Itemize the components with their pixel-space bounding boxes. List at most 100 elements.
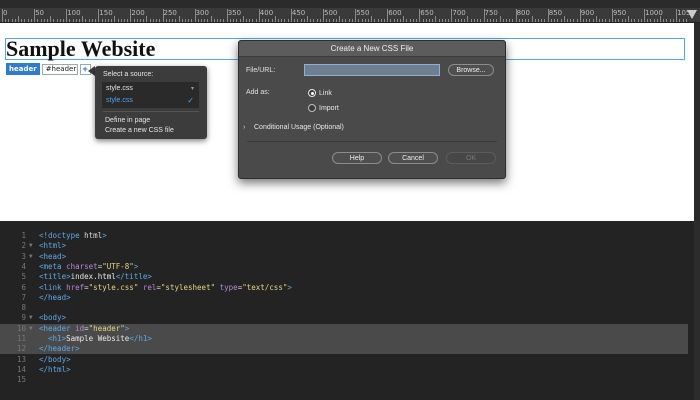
create-new-css-item[interactable]: Create a new CSS file bbox=[105, 127, 174, 134]
code-line[interactable]: 15 bbox=[0, 375, 688, 385]
code-scrollbar[interactable] bbox=[694, 221, 700, 400]
ruler-label: 500 bbox=[324, 9, 338, 17]
ruler-tick bbox=[499, 16, 501, 22]
ruler-tick bbox=[188, 19, 190, 22]
ruler-tick bbox=[583, 19, 584, 22]
ruler-tick bbox=[223, 19, 225, 22]
ruler-tick bbox=[650, 19, 652, 22]
code-line[interactable]: 5 <title>index.html</title> bbox=[0, 272, 688, 282]
code-line[interactable]: 1 <!doctype html> bbox=[0, 231, 688, 241]
code-view[interactable]: 1 <!doctype html> 2 ▼ <html> 3 ▼ <head> 4 <meta c… bbox=[0, 221, 700, 400]
define-in-page-item[interactable]: Define in page bbox=[105, 117, 150, 124]
fold-arrow-icon[interactable]: ▼ bbox=[29, 313, 33, 323]
file-url-input[interactable] bbox=[304, 64, 440, 76]
ruler-tick bbox=[233, 19, 235, 22]
code-line[interactable]: 11 <h1>Sample Website</h1> bbox=[0, 334, 688, 344]
ruler-label: 950 bbox=[612, 9, 627, 17]
code-line[interactable]: 3 ▼ <head> bbox=[0, 252, 688, 262]
ruler-tick bbox=[374, 19, 376, 22]
ruler-tick bbox=[480, 19, 482, 22]
horizontal-ruler: 0 50 100 150 200 250 300 350 400 450 500 550 600 650 7… bbox=[0, 8, 700, 23]
ruler-tick bbox=[435, 16, 437, 22]
ruler-label: 300 bbox=[195, 9, 209, 17]
browse-button[interactable]: Browse... bbox=[448, 64, 494, 76]
ruler-tick bbox=[319, 19, 321, 22]
tag-chip[interactable]: header bbox=[6, 63, 40, 75]
fold-arrow-icon[interactable]: ▼ bbox=[29, 324, 33, 334]
code-line[interactable]: 7 </head> bbox=[0, 293, 688, 303]
ruler-tick bbox=[477, 19, 479, 22]
code-line[interactable]: 10 ▼ <header id="header"> bbox=[0, 323, 688, 334]
ruler-tick bbox=[631, 19, 633, 22]
ruler-tick bbox=[566, 19, 568, 22]
ruler-label: 650 bbox=[420, 9, 434, 17]
conditional-usage-toggle[interactable]: Conditional Usage (Optional) bbox=[254, 124, 344, 131]
fold-arrow-icon[interactable]: ▼ bbox=[29, 252, 33, 262]
code-line[interactable]: 13 </body> bbox=[0, 355, 688, 365]
source-option-selected[interactable]: style.css bbox=[106, 97, 133, 104]
ruler-tick bbox=[306, 16, 308, 22]
ruler-tick bbox=[130, 9, 132, 22]
code-line[interactable]: 6 <link href="style.css" rel="stylesheet"… bbox=[0, 283, 688, 293]
code-line[interactable]: 8 bbox=[0, 303, 688, 313]
ruler-tick bbox=[608, 19, 610, 22]
ruler-tick bbox=[618, 19, 620, 22]
ruler-label: 700 bbox=[452, 9, 466, 17]
tag-id-field[interactable]: #header bbox=[41, 63, 78, 75]
ruler-tick bbox=[342, 19, 344, 22]
line-number: 9 bbox=[21, 313, 26, 323]
ruler-tick bbox=[297, 19, 299, 22]
ruler-tick bbox=[672, 19, 674, 22]
ruler-tick bbox=[586, 19, 588, 22]
ruler-tick bbox=[303, 19, 305, 22]
fold-arrow-icon[interactable]: ▼ bbox=[29, 241, 33, 251]
code-line[interactable]: 4 <meta charset="UTF-8"> bbox=[0, 262, 688, 272]
ruler-tick bbox=[59, 19, 61, 22]
design-scrollbar[interactable] bbox=[694, 23, 700, 221]
link-radio-label[interactable]: Link bbox=[319, 90, 332, 97]
ruler-tick bbox=[133, 19, 135, 22]
ruler-label: 550 bbox=[356, 9, 370, 17]
cancel-button[interactable]: Cancel bbox=[388, 152, 438, 164]
ruler-tick bbox=[294, 19, 296, 22]
line-number: 1 bbox=[21, 231, 26, 240]
ruler-tick bbox=[660, 16, 662, 22]
ruler-tick bbox=[544, 19, 546, 22]
link-radio[interactable] bbox=[308, 89, 316, 97]
import-radio-label[interactable]: Import bbox=[319, 105, 339, 112]
popover-arrow-icon bbox=[88, 66, 95, 76]
ruler-tick bbox=[396, 19, 398, 22]
source-option[interactable]: style.css bbox=[106, 85, 133, 92]
dialog-divider bbox=[247, 141, 497, 142]
ok-button[interactable]: OK bbox=[446, 152, 496, 164]
add-as-label: Add as: bbox=[246, 89, 270, 96]
line-number: 7 bbox=[21, 292, 26, 302]
ruler-tick bbox=[184, 19, 186, 22]
ruler-tick bbox=[599, 19, 601, 22]
ruler-tick bbox=[82, 16, 84, 22]
ruler-tick bbox=[676, 9, 678, 22]
page-heading[interactable]: Sample Website bbox=[6, 38, 155, 60]
ruler-tick bbox=[43, 19, 45, 22]
ruler-tick bbox=[573, 19, 575, 22]
ruler-tick bbox=[332, 19, 334, 22]
ruler-tick bbox=[146, 16, 148, 22]
ruler-tick bbox=[351, 19, 353, 22]
import-radio[interactable] bbox=[308, 104, 316, 112]
ruler-tick bbox=[685, 19, 687, 22]
source-list[interactable]: style.css ▾ style.css ✓ bbox=[102, 82, 199, 108]
line-number: 14 bbox=[16, 364, 26, 374]
ruler-tick bbox=[467, 16, 469, 22]
ruler-tick bbox=[79, 19, 81, 22]
ruler-tick bbox=[239, 19, 241, 22]
help-button[interactable]: Help bbox=[332, 152, 382, 164]
code-line[interactable]: 12 </header> bbox=[0, 344, 688, 355]
code-line[interactable]: 9 ▼ <body> bbox=[0, 313, 688, 323]
ruler-tick bbox=[24, 19, 26, 22]
code-line[interactable]: 2 ▼ <html> bbox=[0, 241, 688, 251]
ruler-tick bbox=[380, 19, 382, 22]
dialog-titlebar[interactable]: Create a New CSS File bbox=[239, 41, 505, 57]
code-line[interactable]: 14 </html> bbox=[0, 365, 688, 375]
ruler-tick bbox=[262, 19, 263, 22]
chevron-right-icon[interactable]: › bbox=[243, 124, 245, 131]
